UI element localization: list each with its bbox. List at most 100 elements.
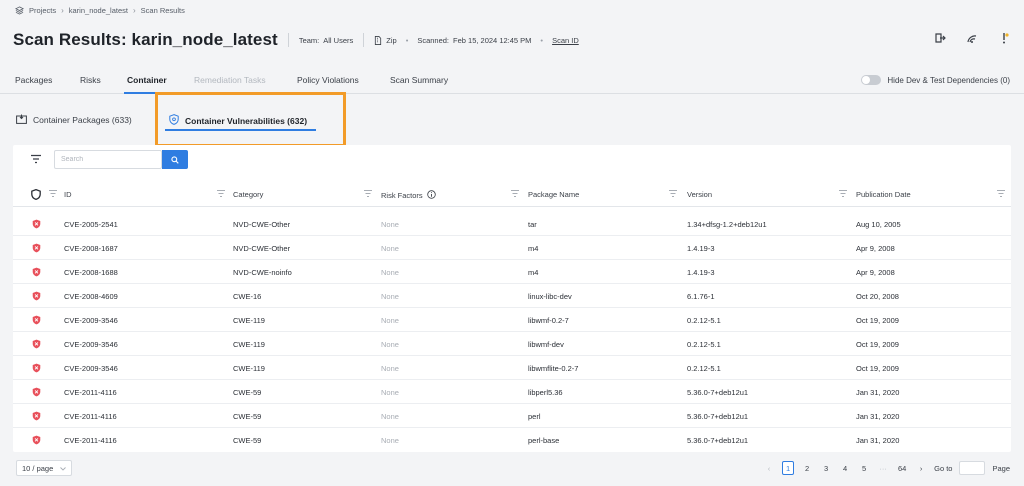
- cell-risk: None: [381, 292, 399, 301]
- tab-policy-violations[interactable]: Policy Violations: [297, 75, 359, 85]
- filter-icon[interactable]: [30, 154, 42, 164]
- table-row[interactable]: CVE-2011-4116 CWE-59 None libperl5.36 5.…: [13, 380, 1011, 404]
- search-button[interactable]: [162, 150, 188, 169]
- column-version[interactable]: Version: [687, 190, 712, 199]
- tab-packages[interactable]: Packages: [15, 75, 52, 85]
- cell-package: libwmf-dev: [528, 340, 564, 349]
- table-row[interactable]: CVE-2008-1688 NVD-CWE-noinfo None m4 1.4…: [13, 260, 1011, 284]
- alert-icon[interactable]: [998, 32, 1010, 44]
- cell-id[interactable]: CVE-2008-4609: [64, 292, 118, 301]
- prev-page-icon[interactable]: ‹: [763, 461, 775, 475]
- cell-package: libwmflite-0.2-7: [528, 364, 579, 373]
- column-risk-factors[interactable]: Risk Factors: [381, 190, 436, 201]
- table-row[interactable]: CVE-2005-2541 NVD-CWE-Other None tar 1.3…: [13, 212, 1011, 236]
- zip-file-icon: [374, 35, 382, 45]
- column-category[interactable]: Category: [233, 190, 263, 199]
- page-1[interactable]: 1: [781, 461, 795, 475]
- goto-label: Go to: [934, 463, 953, 473]
- critical-severity-icon: [32, 387, 41, 397]
- column-menu-icon[interactable]: [838, 189, 848, 198]
- page-64[interactable]: 64: [896, 461, 908, 475]
- cell-category: CWE-119: [233, 340, 265, 349]
- cell-risk: None: [381, 268, 399, 277]
- table-row[interactable]: CVE-2011-4116 CWE-59 None perl 5.36.0-7+…: [13, 404, 1011, 428]
- signal-icon[interactable]: [966, 32, 978, 44]
- cell-date: Jan 31, 2020: [856, 412, 900, 421]
- tab-remediation-tasks: Remediation Tasks: [194, 75, 266, 85]
- info-icon[interactable]: [426, 190, 436, 201]
- table-row[interactable]: CVE-2008-4609 CWE-16 None linux-libc-dev…: [13, 284, 1011, 308]
- cell-id[interactable]: CVE-2005-2541: [64, 220, 118, 229]
- column-menu-icon[interactable]: [48, 189, 58, 198]
- cell-id[interactable]: CVE-2008-1687: [64, 244, 118, 253]
- cell-category: CWE-59: [233, 412, 262, 421]
- cell-version: 5.36.0-7+deb12u1: [687, 436, 749, 445]
- hide-dev-toggle-wrap: Hide Dev & Test Dependencies (0): [861, 75, 1010, 85]
- table-row[interactable]: CVE-2009-3546 CWE-119 None libwmf-0.2-7 …: [13, 308, 1011, 332]
- breadcrumb-projects[interactable]: Projects: [29, 6, 56, 15]
- tab-risks[interactable]: Risks: [80, 75, 101, 85]
- severity-column-icon[interactable]: [31, 188, 41, 202]
- column-menu-icon[interactable]: [216, 189, 226, 198]
- column-publication-date[interactable]: Publication Date: [856, 190, 911, 199]
- goto-page-input[interactable]: [959, 461, 986, 475]
- table-row[interactable]: CVE-2009-3546 CWE-119 None libwmflite-0.…: [13, 356, 1011, 380]
- cell-id[interactable]: CVE-2008-1688: [64, 268, 118, 277]
- cell-risk: None: [381, 388, 399, 397]
- hide-dev-label: Hide Dev & Test Dependencies (0): [887, 75, 1010, 85]
- page-size-select[interactable]: 10 / page: [16, 460, 72, 476]
- hide-dev-toggle[interactable]: [861, 75, 882, 85]
- column-menu-icon[interactable]: [510, 189, 520, 198]
- critical-severity-icon: [32, 243, 41, 253]
- cell-risk: None: [381, 316, 399, 325]
- table-row[interactable]: CVE-2008-1687 NVD-CWE-Other None m4 1.4.…: [13, 236, 1011, 260]
- table-row[interactable]: CVE-2011-4116 CWE-59 None perl-base 5.36…: [13, 428, 1011, 452]
- table-row[interactable]: CVE-2009-3546 CWE-119 None libwmf-dev 0.…: [13, 332, 1011, 356]
- page-2[interactable]: 2: [801, 461, 813, 475]
- export-icon[interactable]: [934, 32, 946, 44]
- page-size-value: 10 / page: [22, 463, 54, 473]
- search-input[interactable]: [54, 150, 162, 169]
- column-menu-icon[interactable]: [668, 189, 678, 198]
- cell-category: CWE-119: [233, 316, 265, 325]
- cell-risk: None: [381, 412, 399, 421]
- scan-id-link[interactable]: Scan ID: [552, 36, 579, 45]
- cell-version: 1.4.19-3: [687, 268, 715, 277]
- separator-dot: •: [405, 35, 409, 45]
- cell-date: Oct 19, 2009: [856, 316, 899, 325]
- tab-scan-summary[interactable]: Scan Summary: [390, 75, 448, 85]
- column-id[interactable]: ID: [64, 190, 72, 199]
- subtab-container-packages[interactable]: Container Packages (633): [16, 114, 132, 126]
- cell-id[interactable]: CVE-2009-3546: [64, 340, 118, 349]
- cell-version: 0.2.12-5.1: [687, 364, 721, 373]
- breadcrumb: Projects › karin_node_latest › Scan Resu…: [14, 4, 185, 16]
- vulnerabilities-panel: ID Category Risk Factors Package Name Ve…: [13, 145, 1011, 452]
- cell-version: 5.36.0-7+deb12u1: [687, 388, 749, 397]
- team-meta: Team: All Users: [299, 36, 353, 45]
- cell-id[interactable]: CVE-2011-4116: [64, 388, 117, 397]
- page-label: Page: [992, 463, 1010, 473]
- cell-package: tar: [528, 220, 537, 229]
- cell-date: Oct 20, 2008: [856, 292, 899, 301]
- page-5[interactable]: 5: [858, 461, 870, 475]
- cell-id[interactable]: CVE-2011-4116: [64, 412, 117, 421]
- cell-id[interactable]: CVE-2011-4116: [64, 436, 117, 445]
- next-page-icon[interactable]: ›: [915, 461, 927, 475]
- page-ellipsis[interactable]: ···: [877, 461, 889, 475]
- cell-date: Apr 9, 2008: [856, 244, 895, 253]
- cell-id[interactable]: CVE-2009-3546: [64, 316, 118, 325]
- cell-id[interactable]: CVE-2009-3546: [64, 364, 118, 373]
- column-package-name[interactable]: Package Name: [528, 190, 579, 199]
- cell-category: CWE-59: [233, 388, 262, 397]
- tab-container[interactable]: Container: [127, 75, 167, 85]
- critical-severity-icon: [32, 267, 41, 277]
- column-menu-icon[interactable]: [996, 189, 1006, 198]
- header-actions: [934, 32, 1010, 44]
- page-3[interactable]: 3: [820, 461, 832, 475]
- breadcrumb-project[interactable]: karin_node_latest: [69, 6, 128, 15]
- column-menu-icon[interactable]: [363, 189, 373, 198]
- page-4[interactable]: 4: [839, 461, 851, 475]
- cell-date: Oct 19, 2009: [856, 364, 899, 373]
- critical-severity-icon: [32, 411, 41, 421]
- critical-severity-icon: [32, 315, 41, 325]
